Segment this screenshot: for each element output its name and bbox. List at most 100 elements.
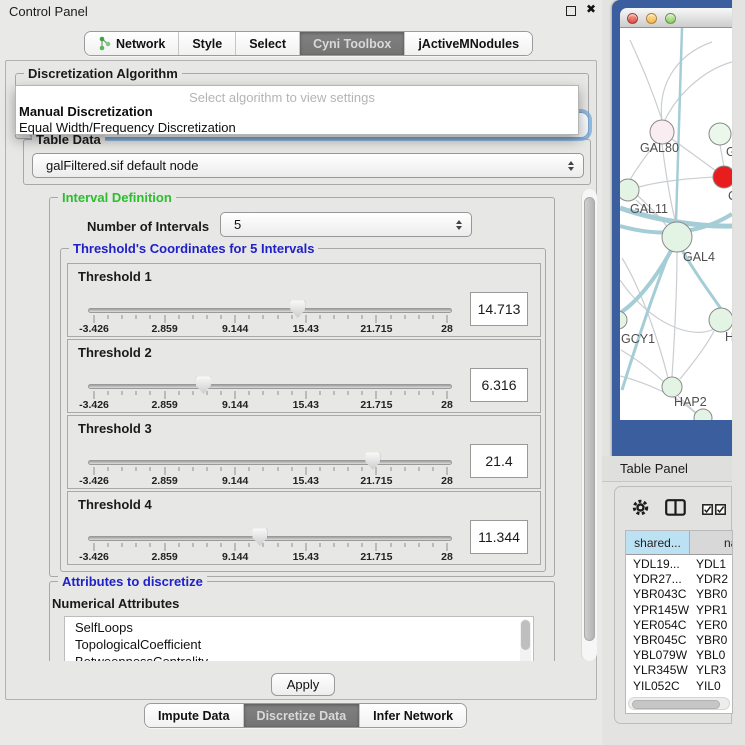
slider-track[interactable]: [88, 536, 452, 541]
network-edge[interactable]: [661, 42, 712, 120]
table-row[interactable]: YDR27...YDR2: [626, 572, 733, 587]
table-horizontal-scrollbar[interactable]: [628, 697, 730, 710]
network-node[interactable]: [620, 311, 627, 329]
table-row[interactable]: YPR145WYPR1: [626, 603, 733, 618]
tick-mark: [122, 467, 123, 471]
tab-infer-network[interactable]: Infer Network: [359, 704, 466, 727]
tab-jactivemnodules[interactable]: jActiveMNodules: [404, 32, 532, 55]
table-data-combobox[interactable]: galFiltered.sif default node: [32, 153, 584, 178]
tab-discretize-data[interactable]: Discretize Data: [243, 704, 360, 727]
threshold-2-value-field[interactable]: 6.316: [470, 368, 528, 402]
table-row[interactable]: YBL079WYBL0: [626, 648, 733, 663]
network-edge[interactable]: [680, 331, 714, 379]
network-node[interactable]: [662, 377, 682, 397]
table-row[interactable]: YLR345WYLR3: [626, 663, 733, 678]
table-row[interactable]: YIL052CYIL0: [626, 679, 733, 694]
settings-scroll-viewport: Interval Definition Number of Intervals …: [9, 189, 580, 661]
tab-impute-data[interactable]: Impute Data: [145, 704, 243, 727]
slider-track[interactable]: [88, 460, 452, 465]
desktop-background: GAL80GACGAL11GAL4GCY1HHAP2 Table Panel: [602, 0, 745, 745]
attribute-item[interactable]: TopologicalCoefficient: [75, 636, 533, 653]
apply-button[interactable]: Apply: [271, 673, 335, 696]
table-row[interactable]: YBR043CYBR0: [626, 587, 733, 602]
cell-shared-name[interactable]: YER054C: [626, 618, 690, 633]
tick-mark: [94, 467, 95, 475]
cell-shared-name[interactable]: YPR145W: [626, 603, 690, 618]
cell-shared-name[interactable]: YBL079W: [626, 648, 690, 663]
close-icon[interactable]: ✖: [586, 2, 596, 16]
column-header-name[interactable]: na: [690, 531, 733, 555]
cell-name[interactable]: YER0: [690, 618, 733, 633]
attribute-list-scrollbar[interactable]: [520, 619, 531, 661]
column-header-shared-name[interactable]: shared...: [626, 531, 690, 555]
network-edge[interactable]: [720, 145, 724, 167]
cell-name[interactable]: YPR1: [690, 603, 733, 618]
network-node[interactable]: [709, 123, 731, 145]
cell-shared-name[interactable]: YBR045C: [626, 633, 690, 648]
cell-name[interactable]: YLR3: [690, 663, 733, 678]
cell-shared-name[interactable]: YIL052C: [626, 679, 690, 694]
network-edge[interactable]: [664, 62, 732, 122]
tick-mark: [221, 467, 222, 471]
table-row[interactable]: YER054CYER0: [626, 618, 733, 633]
cell-shared-name[interactable]: YDR27...: [626, 572, 690, 587]
scrollbar-thumb[interactable]: [632, 700, 720, 709]
cell-name[interactable]: YBR0: [690, 633, 733, 648]
algorithm-option-equal-width[interactable]: Equal Width/Frequency Discretization: [19, 120, 236, 135]
table-row[interactable]: YDL19...YDL1: [626, 557, 733, 572]
network-edge[interactable]: [620, 280, 714, 332]
tab-select[interactable]: Select: [235, 32, 299, 55]
algorithm-option-manual[interactable]: Manual Discretization: [19, 104, 153, 119]
threshold-3-value-field[interactable]: 21.4: [470, 444, 528, 478]
float-window-icon[interactable]: [566, 6, 576, 16]
slider-track[interactable]: [88, 308, 452, 313]
tick-mark: [319, 543, 320, 547]
tab-network[interactable]: Network: [85, 32, 178, 55]
table-row[interactable]: YBR045CYBR0: [626, 633, 733, 648]
tick-mark: [263, 467, 264, 471]
scrollbar-thumb[interactable]: [584, 197, 595, 641]
threshold-4-value-field[interactable]: 11.344: [470, 520, 528, 554]
cell-name[interactable]: YIL0: [690, 679, 733, 694]
network-node[interactable]: [620, 179, 639, 201]
cell-shared-name[interactable]: YDL19...: [626, 557, 690, 572]
cell-shared-name[interactable]: YBR043C: [626, 587, 690, 602]
tick-mark: [291, 543, 292, 547]
number-of-intervals-combobox[interactable]: 5: [220, 212, 472, 237]
checkbox-checked-icon[interactable]: [715, 504, 726, 515]
attribute-item[interactable]: BetweennessCentrality: [75, 653, 533, 661]
close-traffic-light[interactable]: [627, 13, 638, 24]
tick-mark: [305, 543, 306, 551]
cell-name[interactable]: YBR0: [690, 587, 733, 602]
network-node[interactable]: [694, 409, 712, 420]
numerical-attributes-list[interactable]: SelfLoopsTopologicalCoefficientBetweenne…: [64, 616, 534, 661]
settings-vertical-scrollbar[interactable]: [581, 189, 597, 661]
network-edge[interactable]: [620, 249, 672, 314]
tab-cyni-toolbox[interactable]: Cyni Toolbox: [299, 32, 404, 55]
tick-mark: [348, 543, 349, 547]
network-edge[interactable]: [672, 252, 677, 377]
network-node[interactable]: [713, 166, 732, 188]
checkbox-checked-icon[interactable]: [702, 504, 713, 515]
minimize-traffic-light[interactable]: [646, 13, 657, 24]
cell-shared-name[interactable]: YLR345W: [626, 663, 690, 678]
settings-gear-icon[interactable]: [631, 498, 650, 517]
zoom-traffic-light[interactable]: [665, 13, 676, 24]
network-canvas[interactable]: GAL80GACGAL11GAL4GCY1HHAP2: [620, 28, 732, 420]
slider-track[interactable]: [88, 384, 452, 389]
tick-mark: [390, 391, 391, 395]
split-columns-icon[interactable]: [665, 499, 686, 516]
attribute-item[interactable]: SelfLoops: [75, 619, 533, 636]
network-view-window[interactable]: GAL80GACGAL11GAL4GCY1HHAP2: [612, 0, 732, 457]
tab-style[interactable]: Style: [178, 32, 235, 55]
network-edge[interactable]: [676, 28, 682, 222]
network-node[interactable]: [662, 222, 692, 252]
network-window-titlebar[interactable]: [620, 8, 732, 28]
cell-name[interactable]: YDR2: [690, 572, 733, 587]
network-edge[interactable]: [630, 40, 662, 120]
cell-name[interactable]: YDL1: [690, 557, 733, 572]
cell-name[interactable]: YBL0: [690, 648, 733, 663]
scrollbar-thumb[interactable]: [521, 620, 530, 650]
threshold-1-value-field[interactable]: 14.713: [470, 292, 528, 326]
network-node[interactable]: [709, 308, 732, 332]
